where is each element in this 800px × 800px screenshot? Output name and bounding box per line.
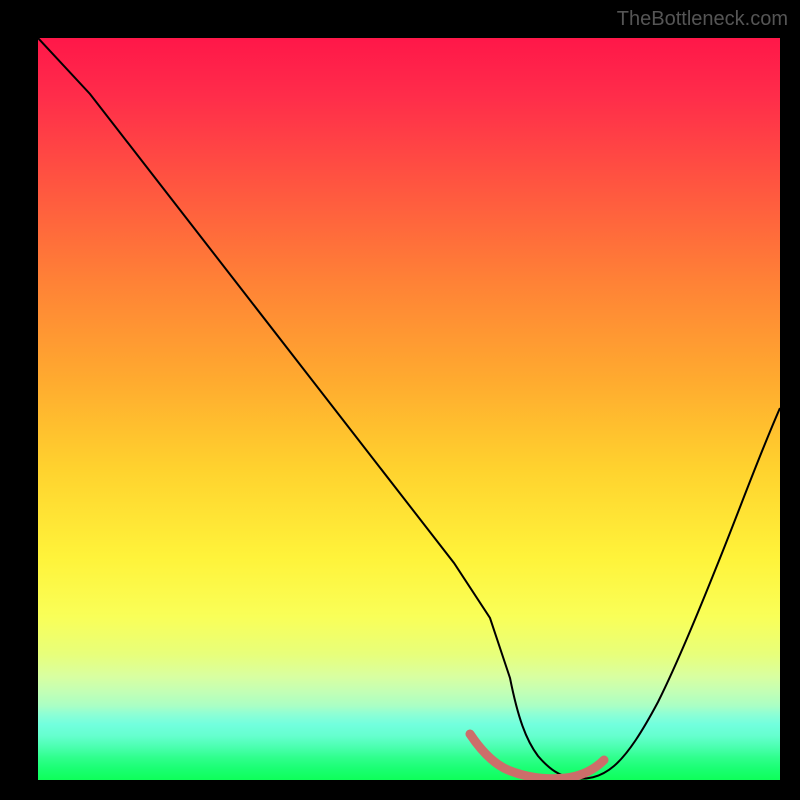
curve-svg — [38, 38, 780, 780]
optimal-range-marker — [470, 734, 604, 779]
bottleneck-chart: TheBottleneck.com — [0, 0, 800, 800]
plot-area — [38, 38, 780, 780]
bottleneck-curve-line — [38, 38, 780, 779]
watermark-text: TheBottleneck.com — [617, 8, 788, 31]
